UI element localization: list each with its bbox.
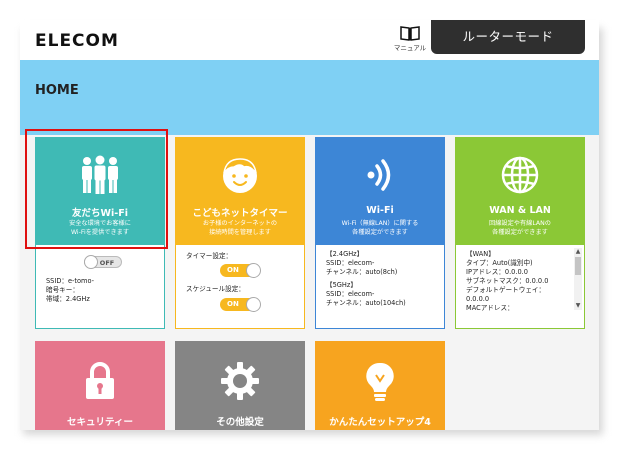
card-easy-setup-header[interactable]: かんたんセットアップ4 bbox=[315, 341, 445, 430]
channel-24-text: チャンネル：auto(8ch) bbox=[326, 268, 398, 276]
page-title: HOME bbox=[35, 83, 79, 98]
card-easy-setup[interactable]: かんたんセットアップ4 bbox=[315, 341, 445, 430]
lightbulb-icon bbox=[366, 362, 394, 401]
timer-label: タイマー設定： bbox=[186, 252, 233, 260]
timer-toggle[interactable]: ON bbox=[220, 263, 261, 278]
scroll-down-icon[interactable]: ▼ bbox=[574, 302, 582, 310]
padlock-icon bbox=[86, 362, 114, 399]
desc-line-1: お子様のインターネットの bbox=[202, 220, 278, 227]
desc-line-1: Wi-Fi（無線LAN）に関する bbox=[341, 220, 419, 227]
desc-line-1: 回線設定や有線LANの bbox=[489, 220, 551, 227]
card-title: 友だちWi-Fi bbox=[72, 208, 128, 219]
card-title: こどもネットタイマー bbox=[192, 208, 288, 219]
people-icon bbox=[82, 155, 118, 194]
card-wifi[interactable]: Wi-Fi Wi-Fi（無線LAN）に関する 各種設定ができます 【2.4GHz… bbox=[315, 137, 445, 329]
elecom-logo[interactable]: ELECOM bbox=[35, 31, 119, 51]
child-face-icon bbox=[223, 158, 257, 193]
friend-wifi-toggle[interactable]: OFF bbox=[84, 255, 122, 269]
card-kids-timer-header[interactable]: こどもネットタイマー お子様のインターネットの 接続時間を管理します bbox=[175, 137, 305, 245]
card-title: WAN & LAN bbox=[489, 205, 551, 216]
manual-button[interactable]: マニュアル bbox=[390, 25, 430, 59]
wan-lan-scrollbar[interactable]: ▲ ▼ bbox=[574, 248, 582, 310]
card-wan-lan-status[interactable]: 【WAN】 タイプ：Auto(識別中) IPアドレス：0.0.0.0 サブネット… bbox=[455, 245, 585, 329]
toggle-knob bbox=[84, 255, 98, 269]
header-band: HOME bbox=[20, 60, 599, 135]
schedule-toggle[interactable]: ON bbox=[220, 297, 261, 312]
desc-line-1: 安全な環境でお客様に bbox=[69, 220, 131, 227]
band-text: 帯域：2.4GHz bbox=[46, 295, 90, 303]
card-friend-wifi[interactable]: 友だちWi-Fi 安全な環境でお客様に Wi-Fiを提供できます OFF SSI… bbox=[35, 137, 165, 329]
card-title: Wi-Fi bbox=[366, 205, 394, 216]
card-security-header[interactable]: セキュリティー bbox=[35, 341, 165, 430]
card-kids-timer[interactable]: こどもネットタイマー お子様のインターネットの 接続時間を管理します タイマー設… bbox=[175, 137, 305, 329]
router-mode-button[interactable]: ルーターモード bbox=[431, 20, 585, 54]
card-wan-lan-header[interactable]: WAN & LAN 回線設定や有線LANの 各種設定ができます bbox=[455, 137, 585, 245]
gear-icon bbox=[221, 362, 259, 400]
toggle-label: ON bbox=[227, 266, 239, 274]
card-wifi-status: 【2.4GHz】 SSID：elecom- チャンネル：auto(8ch) 【5… bbox=[315, 245, 445, 329]
toggle-knob bbox=[246, 263, 261, 278]
desc-line-2: 各種設定ができます bbox=[352, 228, 408, 236]
toggle-knob bbox=[246, 297, 261, 312]
card-other-settings[interactable]: その他設定 bbox=[175, 341, 305, 430]
manual-label: マニュアル bbox=[393, 44, 427, 52]
card-title: セキュリティー bbox=[67, 417, 133, 428]
desc-line-2: 接続時間を管理します bbox=[209, 228, 271, 236]
schedule-label: スケジュール設定： bbox=[186, 285, 245, 293]
card-friend-wifi-header[interactable]: 友だちWi-Fi 安全な環境でお客様に Wi-Fiを提供できます bbox=[35, 137, 165, 245]
card-description: 安全な環境でお客様に Wi-Fiを提供できます bbox=[35, 220, 165, 237]
mac-address-text: MACアドレス： bbox=[466, 304, 514, 312]
toggle-label: ON bbox=[227, 300, 239, 308]
desc-line-2: Wi-Fiを提供できます bbox=[70, 228, 130, 236]
scroll-up-icon[interactable]: ▲ bbox=[574, 248, 582, 256]
card-wan-lan[interactable]: WAN & LAN 回線設定や有線LANの 各種設定ができます 【WAN】 タイ… bbox=[455, 137, 585, 329]
card-wifi-header[interactable]: Wi-Fi Wi-Fi（無線LAN）に関する 各種設定ができます bbox=[315, 137, 445, 245]
toggle-label: OFF bbox=[99, 259, 115, 267]
book-icon bbox=[400, 26, 420, 41]
scroll-thumb[interactable] bbox=[575, 257, 581, 275]
channel-5-text: チャンネル：auto(104ch) bbox=[326, 299, 406, 307]
card-description: 回線設定や有線LANの 各種設定ができます bbox=[455, 220, 585, 237]
card-other-settings-header[interactable]: その他設定 bbox=[175, 341, 305, 430]
card-title: その他設定 bbox=[216, 417, 264, 428]
card-friend-wifi-status: OFF SSID：e-tomo- 暗号キー： 帯域：2.4GHz bbox=[35, 245, 165, 329]
card-description: お子様のインターネットの 接続時間を管理します bbox=[175, 220, 305, 237]
globe-icon bbox=[501, 156, 539, 194]
card-title: かんたんセットアップ4 bbox=[329, 417, 431, 428]
card-kids-timer-status: タイマー設定： ON スケジュール設定： ON bbox=[175, 245, 305, 329]
desc-line-2: 各種設定ができます bbox=[492, 228, 548, 236]
wifi-signal-icon bbox=[367, 159, 391, 191]
router-admin-window: ELECOM マニュアル ルーターモード HOME 友だちWi-Fi 安全な環境… bbox=[20, 20, 599, 430]
card-description: Wi-Fi（無線LAN）に関する 各種設定ができます bbox=[315, 220, 445, 237]
top-bar: ELECOM マニュアル ルーターモード bbox=[20, 20, 599, 60]
card-security[interactable]: セキュリティー bbox=[35, 341, 165, 430]
